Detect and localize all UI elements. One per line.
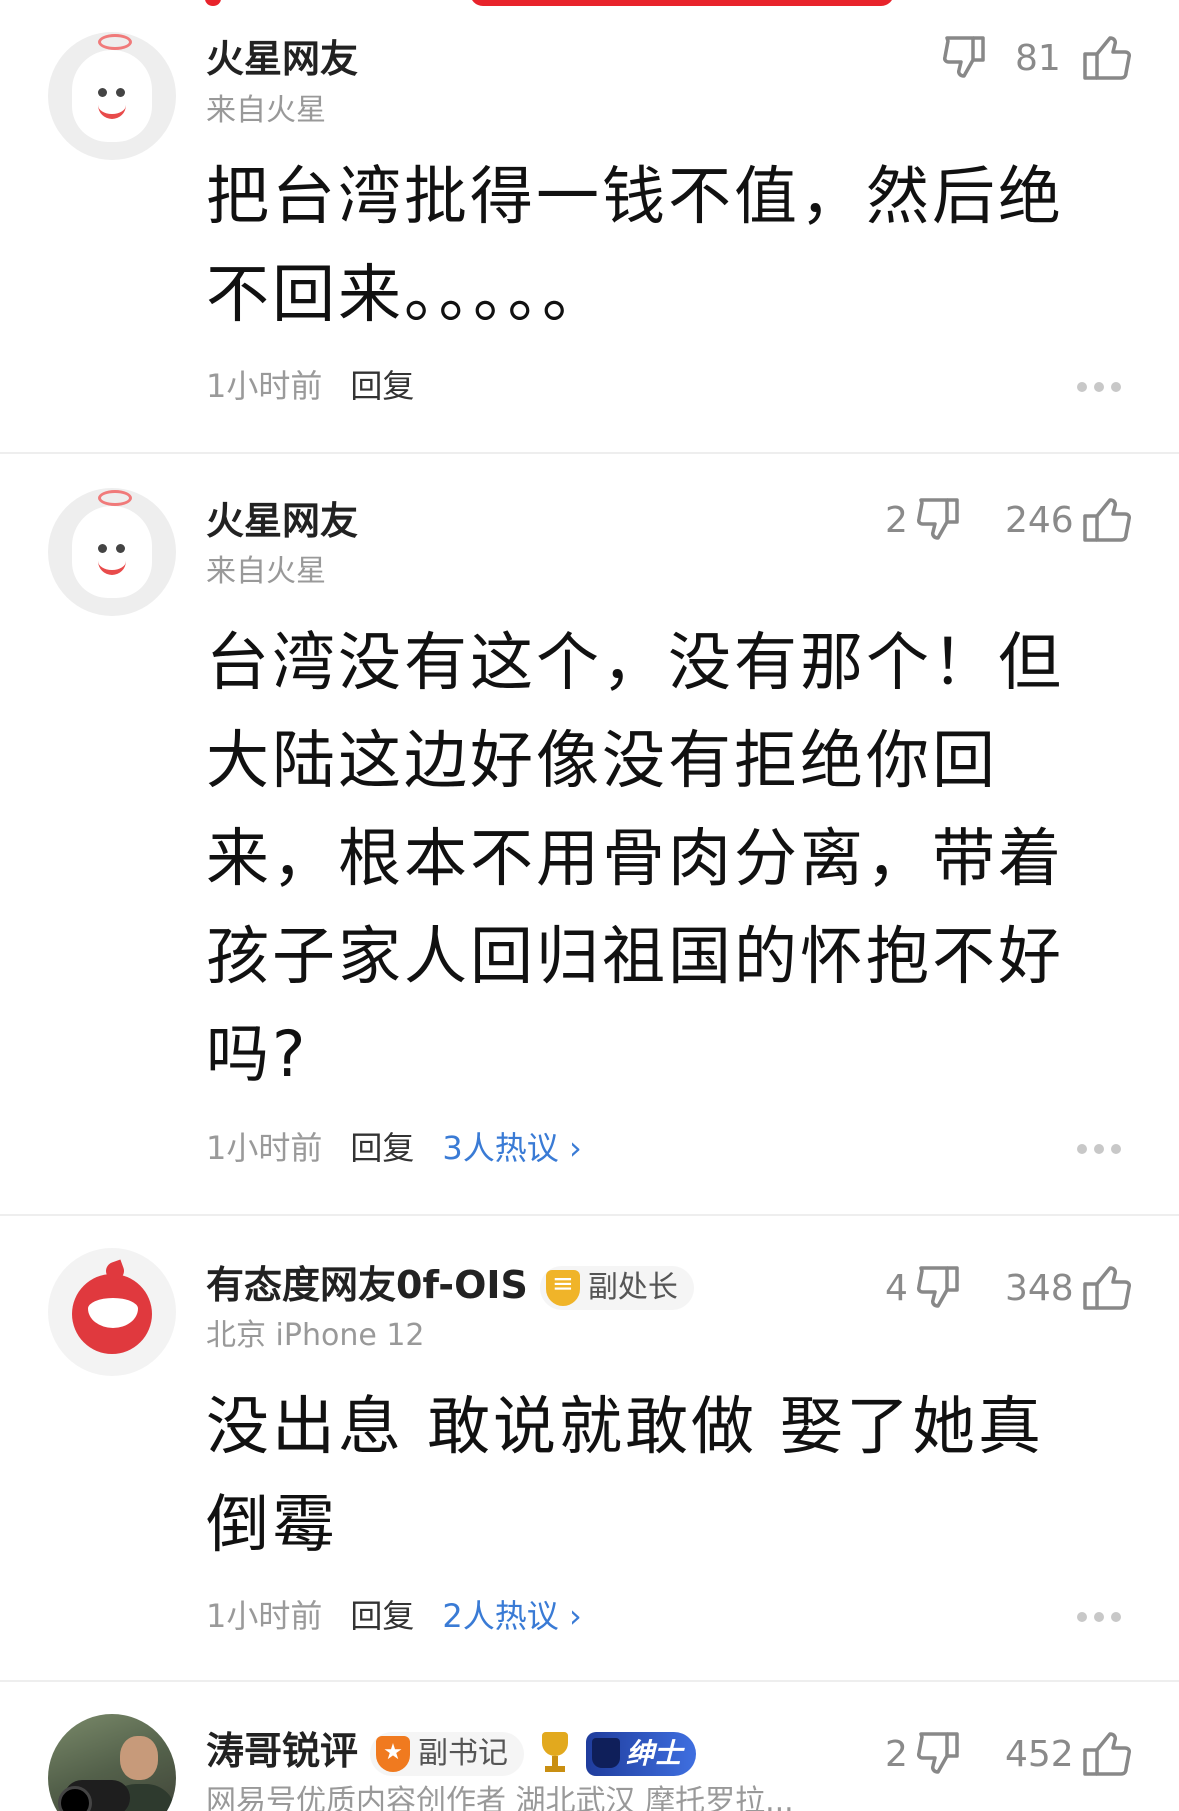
downvote-count: 2: [885, 1734, 908, 1775]
rank-badge: 副书记: [370, 1731, 525, 1776]
star-shield-icon: [376, 1735, 411, 1772]
comment-time: 1小时前: [206, 1597, 323, 1635]
thumb-down-icon[interactable]: [913, 1728, 965, 1780]
comment-text: 把台湾批得一钱不值，然后绝不回来。。。。。: [206, 160, 1064, 331]
hot-discussion-link[interactable]: 3人热议 ›: [442, 1129, 581, 1167]
chevron-right-icon: ›: [568, 1597, 582, 1635]
username[interactable]: 涛哥锐评副书记绅士: [206, 1728, 697, 1776]
user-location: 来自火星: [206, 93, 326, 128]
thumb-up-icon[interactable]: [1079, 494, 1131, 546]
upvote-count: 246: [1005, 500, 1074, 541]
rank-badge: 副处长: [539, 1265, 694, 1310]
comment-text: 台湾没有这个，没有那个！但大陆这边好像没有拒绝你回来，根本不用骨肉分离，带着孩子…: [206, 626, 1064, 1091]
avatar[interactable]: [48, 1714, 176, 1811]
more-dots-icon[interactable]: [1077, 382, 1121, 392]
comment-meta: 1小时前 回复 3人热议 ›: [206, 1128, 582, 1168]
upvote-count: 452: [1005, 1734, 1074, 1775]
avatar[interactable]: [48, 1248, 176, 1376]
comment-time: 1小时前: [206, 1129, 323, 1167]
comment-item: 涛哥锐评副书记绅士 网易号优质内容创作者 湖北武汉 摩托罗拉... 2 452: [0, 1682, 1179, 1811]
top-hat-icon: [592, 1737, 621, 1768]
hot-discussion-link[interactable]: 2人热议 ›: [442, 1597, 581, 1635]
comment-text: 没出息 敢说就敢做 娶了她真倒霉: [206, 1390, 1045, 1561]
user-location: 北京 iPhone 12: [206, 1318, 425, 1353]
vote-group: 2 246: [885, 494, 1131, 550]
comment-meta: 1小时前 回复 2人热议 ›: [206, 1596, 582, 1636]
upvote-count: 81: [1015, 38, 1061, 79]
user-location: 来自火星: [206, 554, 326, 589]
more-dots-icon[interactable]: [1077, 1612, 1121, 1622]
comment-item: 火星网友 来自火星 81 把台湾批得一钱不值，然后绝不回来。。。。。 1小时前回…: [0, 0, 1179, 452]
user-location: 网易号优质内容创作者 湖北武汉 摩托罗拉...: [206, 1784, 794, 1811]
username[interactable]: 火星网友: [206, 498, 358, 544]
thumb-down-icon[interactable]: [939, 32, 991, 84]
comment-time: 1小时前: [206, 367, 323, 405]
reply-button[interactable]: 回复: [350, 1597, 414, 1635]
reply-button[interactable]: 回复: [350, 367, 414, 405]
avatar[interactable]: [48, 32, 176, 160]
trophy-icon: [538, 1731, 572, 1776]
comment-item: 有态度网友0f-OIS副处长 北京 iPhone 12 4 348 没出息 敢说…: [0, 1216, 1179, 1680]
thumb-down-icon[interactable]: [913, 1262, 965, 1314]
shield-icon: [545, 1266, 580, 1306]
upvote-count: 348: [1005, 1268, 1074, 1309]
thumb-up-icon[interactable]: [1079, 32, 1131, 84]
vote-group: 4 348: [885, 1262, 1131, 1318]
thumb-up-icon[interactable]: [1079, 1728, 1131, 1780]
comment-meta: 1小时前 回复: [206, 366, 414, 406]
username[interactable]: 有态度网友0f-OIS副处长: [206, 1262, 694, 1310]
gentleman-badge: 绅士: [586, 1731, 697, 1776]
thumb-down-icon[interactable]: [913, 494, 965, 546]
avatar[interactable]: [48, 488, 176, 616]
chevron-right-icon: ›: [568, 1129, 582, 1167]
comment-item: 火星网友 来自火星 2 246 台湾没有这个，没有那个！但大陆这边好像没有拒绝你…: [0, 454, 1179, 1214]
downvote-count: 2: [885, 500, 908, 541]
username[interactable]: 火星网友: [206, 36, 358, 82]
vote-group: 81: [931, 32, 1131, 88]
reply-button[interactable]: 回复: [350, 1129, 414, 1167]
thumb-up-icon[interactable]: [1079, 1262, 1131, 1314]
vote-group: 2 452: [885, 1728, 1131, 1784]
downvote-count: 4: [885, 1268, 908, 1309]
more-dots-icon[interactable]: [1077, 1144, 1121, 1154]
